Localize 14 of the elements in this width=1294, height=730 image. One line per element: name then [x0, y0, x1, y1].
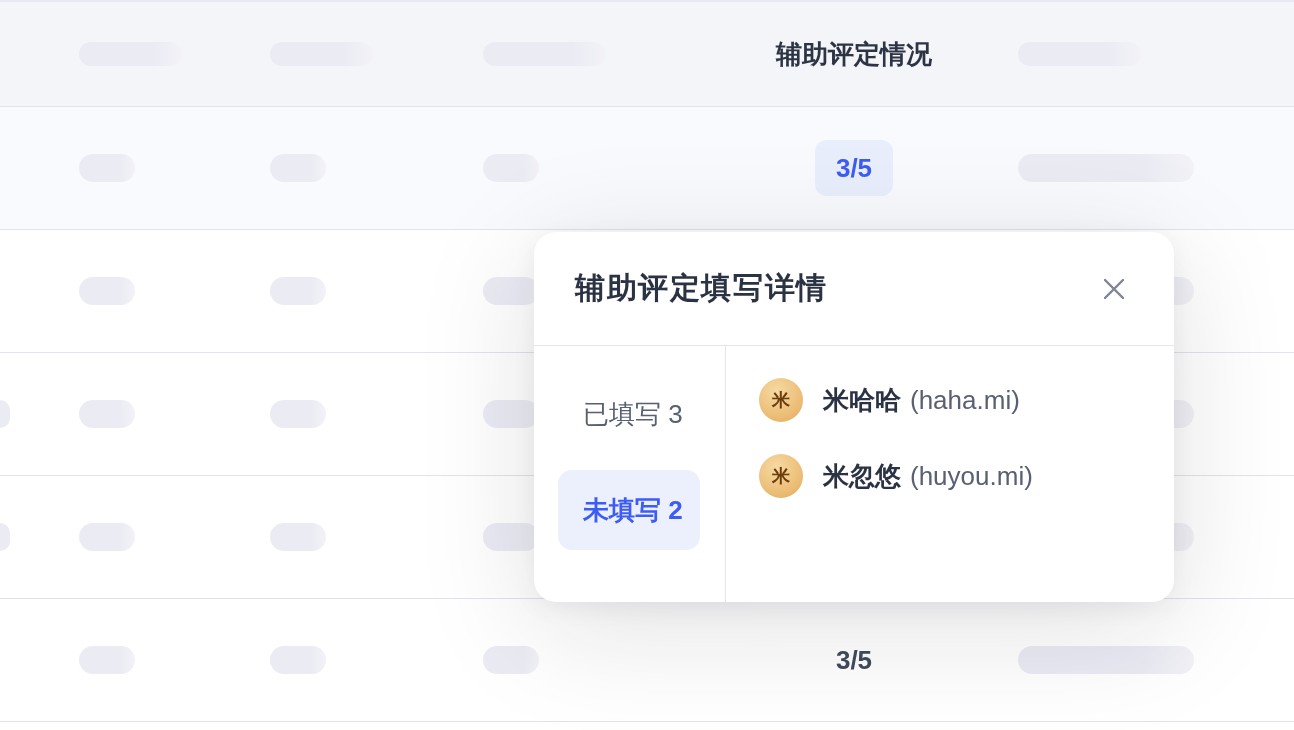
score-badge: 3/5: [814, 140, 894, 196]
member-account: (huyou.mi): [910, 460, 1033, 492]
popover-title: 辅助评定填写详情: [575, 270, 828, 306]
close-icon[interactable]: [1104, 278, 1124, 299]
avatar: 米: [759, 378, 803, 422]
member-name: 米忽悠: [823, 459, 901, 493]
avatar: 米: [759, 454, 803, 498]
score-text: 3/5: [835, 644, 873, 676]
member-account: (haha.mi): [910, 384, 1020, 416]
filter-tab[interactable]: 未填写 2: [558, 470, 700, 550]
filter-tab[interactable]: 已填写 3: [558, 374, 700, 454]
column-header: 辅助评定情况: [776, 37, 932, 71]
skeleton-bar: [483, 646, 539, 674]
member-name: 米哈哈: [823, 383, 901, 417]
